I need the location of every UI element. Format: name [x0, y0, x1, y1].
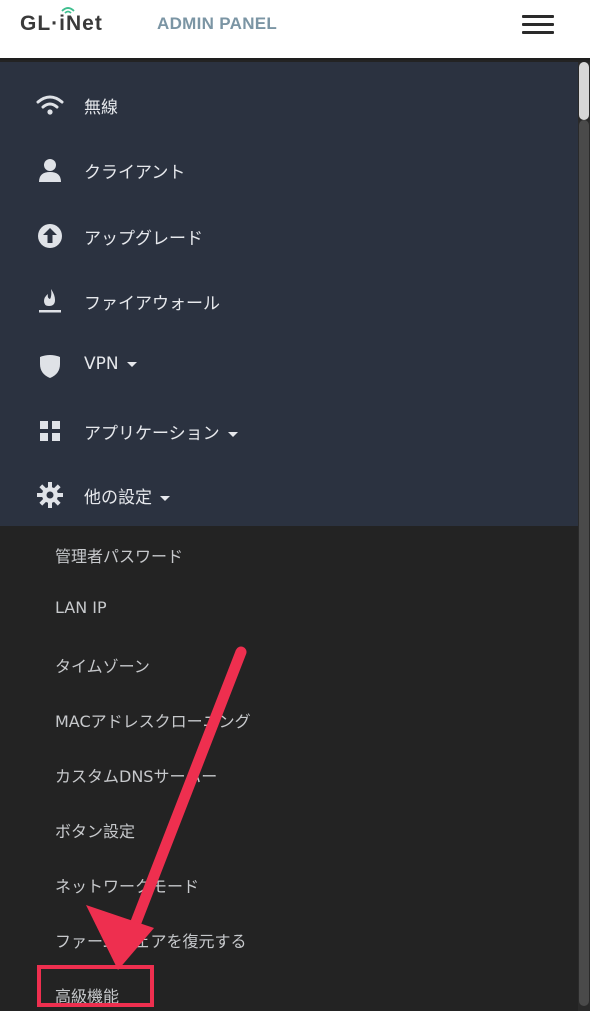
nav-item-wireless[interactable]: 無線 — [0, 75, 578, 135]
submenu-item-timezone[interactable]: タイムゾーン — [0, 638, 578, 688]
submenu-item-admin-password[interactable]: 管理者パスワード — [0, 528, 578, 578]
grid-icon — [40, 421, 60, 441]
submenu-item-restore-firmware[interactable]: ファームウェアを復元する — [0, 913, 578, 963]
nav-item-clients[interactable]: クライアント — [0, 140, 578, 200]
user-icon — [39, 159, 61, 182]
sidebar-nav: 無線 クライアント アップグレード ファイアウォール VPN アプリケーション … — [0, 62, 578, 526]
scrollbar-track — [579, 120, 589, 1006]
scrollbar-thumb[interactable] — [579, 62, 589, 120]
submenu-item-lan-ip[interactable]: LAN IP — [0, 583, 578, 633]
top-header: GL·iNet ADMIN PANEL — [0, 0, 590, 60]
nav-item-firewall[interactable]: ファイアウォール — [0, 271, 578, 331]
nav-item-vpn[interactable]: VPN — [0, 336, 578, 396]
gear-icon — [37, 482, 63, 508]
logo-wifi-icon — [61, 7, 75, 14]
annotation-highlight-box — [37, 965, 154, 1007]
wifi-icon — [36, 95, 64, 115]
nav-item-label: アプリケーション — [84, 419, 238, 444]
submenu-item-button-settings[interactable]: ボタン設定 — [0, 803, 578, 853]
nav-item-label: 他の設定 — [84, 483, 170, 508]
submenu-item-network-mode[interactable]: ネットワークモード — [0, 858, 578, 908]
nav-item-applications[interactable]: アプリケーション — [0, 401, 578, 461]
hamburger-menu-icon[interactable] — [522, 12, 556, 36]
chevron-down-icon — [126, 361, 137, 367]
flame-icon — [39, 289, 61, 313]
admin-panel-title: ADMIN PANEL — [157, 14, 278, 33]
submenu-item-custom-dns[interactable]: カスタムDNSサーバー — [0, 748, 578, 798]
nav-item-label: 無線 — [84, 98, 118, 118]
upload-circle-icon — [38, 224, 62, 248]
chevron-down-icon — [227, 431, 238, 437]
nav-item-label: クライアント — [84, 163, 186, 183]
nav-item-other-settings[interactable]: 他の設定 — [0, 465, 578, 525]
nav-item-upgrade[interactable]: アップグレード — [0, 206, 578, 266]
nav-item-label: VPN — [84, 354, 137, 374]
shield-icon — [40, 355, 60, 378]
nav-item-label: アップグレード — [84, 229, 203, 249]
chevron-down-icon — [160, 495, 170, 501]
submenu-item-mac-clone[interactable]: MACアドレスクローニング — [0, 693, 578, 743]
nav-item-label: ファイアウォール — [84, 294, 220, 314]
